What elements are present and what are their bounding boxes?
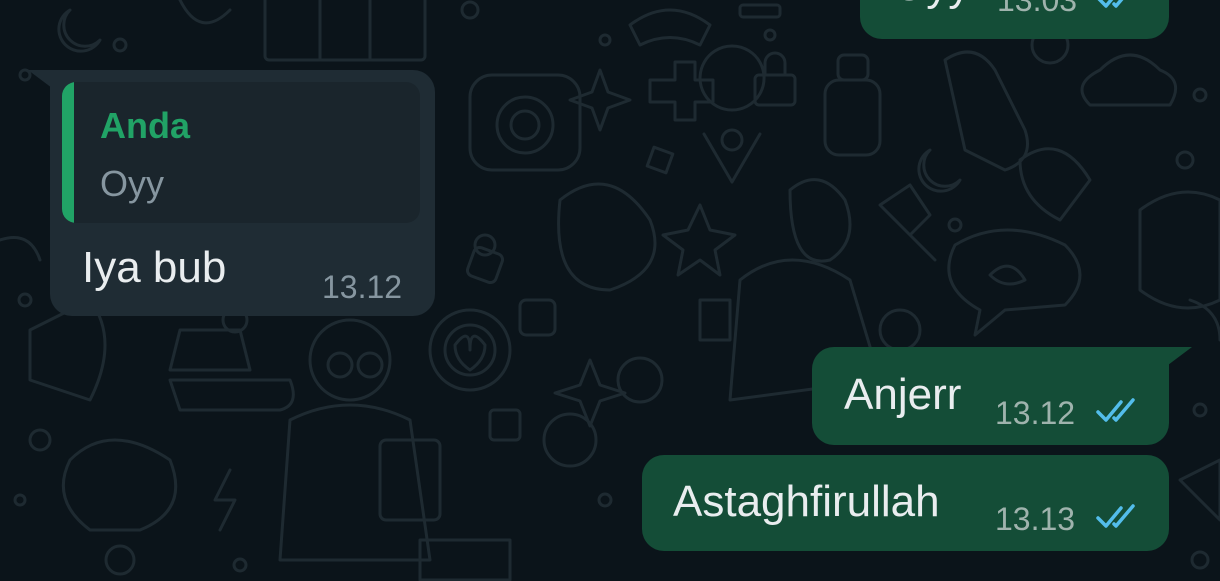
quote-text: Oyy bbox=[100, 163, 165, 204]
double-check-read-icon bbox=[1096, 398, 1135, 422]
double-check-read-icon bbox=[1097, 0, 1124, 8]
message-text: Anjerr bbox=[844, 370, 962, 419]
message-bubble-incoming[interactable]: Anda Oyy Iya bub 13.12 bbox=[50, 70, 435, 316]
message-text: Oyy bbox=[892, 0, 970, 8]
quote-accent-bar bbox=[62, 82, 74, 223]
message-time: 13.12 bbox=[322, 269, 403, 305]
message-time: 13.03 bbox=[997, 0, 1078, 18]
quote-author: Anda bbox=[100, 105, 190, 146]
message-bubble-outgoing[interactable]: Oyy 13.03 bbox=[860, 0, 1169, 39]
message-text: Iya bub bbox=[82, 243, 227, 292]
message-time: 13.13 bbox=[995, 501, 1076, 537]
message-bubble-outgoing[interactable]: Anjerr 13.12 bbox=[812, 347, 1169, 445]
reply-quote[interactable]: Anda Oyy bbox=[62, 82, 420, 223]
message-time: 13.12 bbox=[995, 395, 1076, 431]
double-check-read-icon bbox=[1096, 504, 1135, 528]
message-bubble-outgoing[interactable]: Astaghfirullah 13.13 bbox=[642, 455, 1169, 551]
message-text: Astaghfirullah bbox=[673, 477, 940, 526]
